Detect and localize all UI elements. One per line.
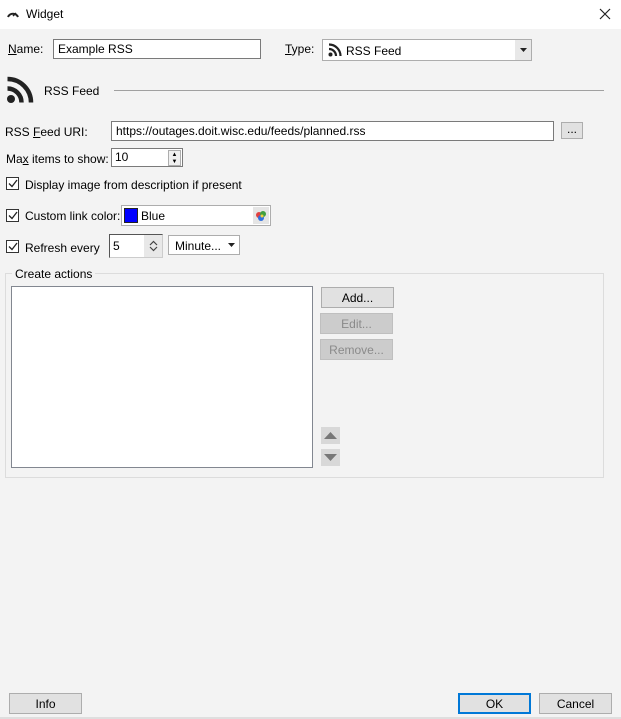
section-separator — [114, 90, 604, 91]
spin-down-icon[interactable] — [149, 246, 158, 252]
palette-button[interactable] — [253, 207, 269, 224]
spin-down-icon[interactable]: ▼ — [169, 158, 180, 165]
checkmark-icon — [8, 179, 18, 188]
spin-up-icon[interactable]: ▲ — [169, 151, 180, 158]
add-button[interactable]: Add... — [321, 287, 394, 308]
max-items-label: Max items to show: — [6, 152, 109, 166]
color-swatch — [124, 208, 138, 223]
type-dropdown[interactable]: RSS Feed — [322, 39, 532, 61]
color-picker[interactable]: Blue — [121, 205, 271, 226]
uri-label: RSS Feed URI: — [5, 125, 88, 139]
type-value: RSS Feed — [346, 44, 402, 58]
display-image-checkbox[interactable] — [6, 177, 19, 190]
browse-button[interactable]: ... — [561, 122, 583, 139]
move-up-button[interactable] — [321, 427, 340, 444]
window-title: Widget — [26, 7, 64, 21]
actions-list[interactable] — [11, 286, 313, 468]
custom-color-checkbox[interactable] — [6, 209, 19, 222]
ok-button[interactable]: OK — [458, 693, 531, 714]
close-icon — [599, 8, 611, 20]
name-input[interactable]: Example RSS — [53, 39, 261, 59]
max-items-spinner[interactable]: ▲ ▼ — [168, 150, 181, 166]
cancel-button[interactable]: Cancel — [539, 693, 612, 714]
checkmark-icon — [8, 242, 18, 251]
edit-button[interactable]: Edit... — [320, 313, 393, 334]
type-label: Type: — [285, 42, 315, 56]
create-actions-label: Create actions — [12, 267, 96, 281]
rss-icon — [6, 76, 36, 107]
palette-icon — [256, 210, 266, 221]
custom-color-label: Custom link color: — [25, 209, 121, 223]
max-items-input[interactable]: 10 ▲ ▼ — [111, 148, 183, 167]
move-down-button[interactable] — [321, 449, 340, 466]
title-bar — [0, 0, 621, 29]
rss-icon — [328, 43, 342, 60]
refresh-interval-input[interactable]: 5 — [109, 234, 163, 258]
display-image-label: Display image from description if presen… — [25, 178, 242, 192]
refresh-unit-dropdown[interactable]: Minute... — [168, 235, 240, 255]
color-name: Blue — [141, 209, 166, 223]
close-button[interactable] — [594, 4, 616, 24]
info-button[interactable]: Info — [9, 693, 82, 714]
section-title: RSS Feed — [44, 84, 100, 98]
refresh-interval-value: 5 — [113, 239, 120, 253]
remove-button[interactable]: Remove... — [320, 339, 393, 360]
arrow-down-icon — [324, 454, 337, 461]
refresh-unit-value: Minute... — [175, 239, 222, 253]
name-label: Name: — [8, 42, 44, 56]
max-items-value: 10 — [115, 150, 129, 164]
refresh-label: Refresh every — [25, 241, 100, 255]
chevron-down-icon — [223, 236, 239, 254]
uri-input[interactable]: https://outages.doit.wisc.edu/feeds/plan… — [111, 121, 554, 141]
gauge-icon — [6, 8, 20, 22]
checkmark-icon — [8, 211, 18, 220]
chevron-down-icon — [515, 40, 531, 60]
refresh-checkbox[interactable] — [6, 240, 19, 253]
refresh-spinner[interactable] — [144, 235, 162, 257]
arrow-up-icon — [324, 432, 337, 439]
